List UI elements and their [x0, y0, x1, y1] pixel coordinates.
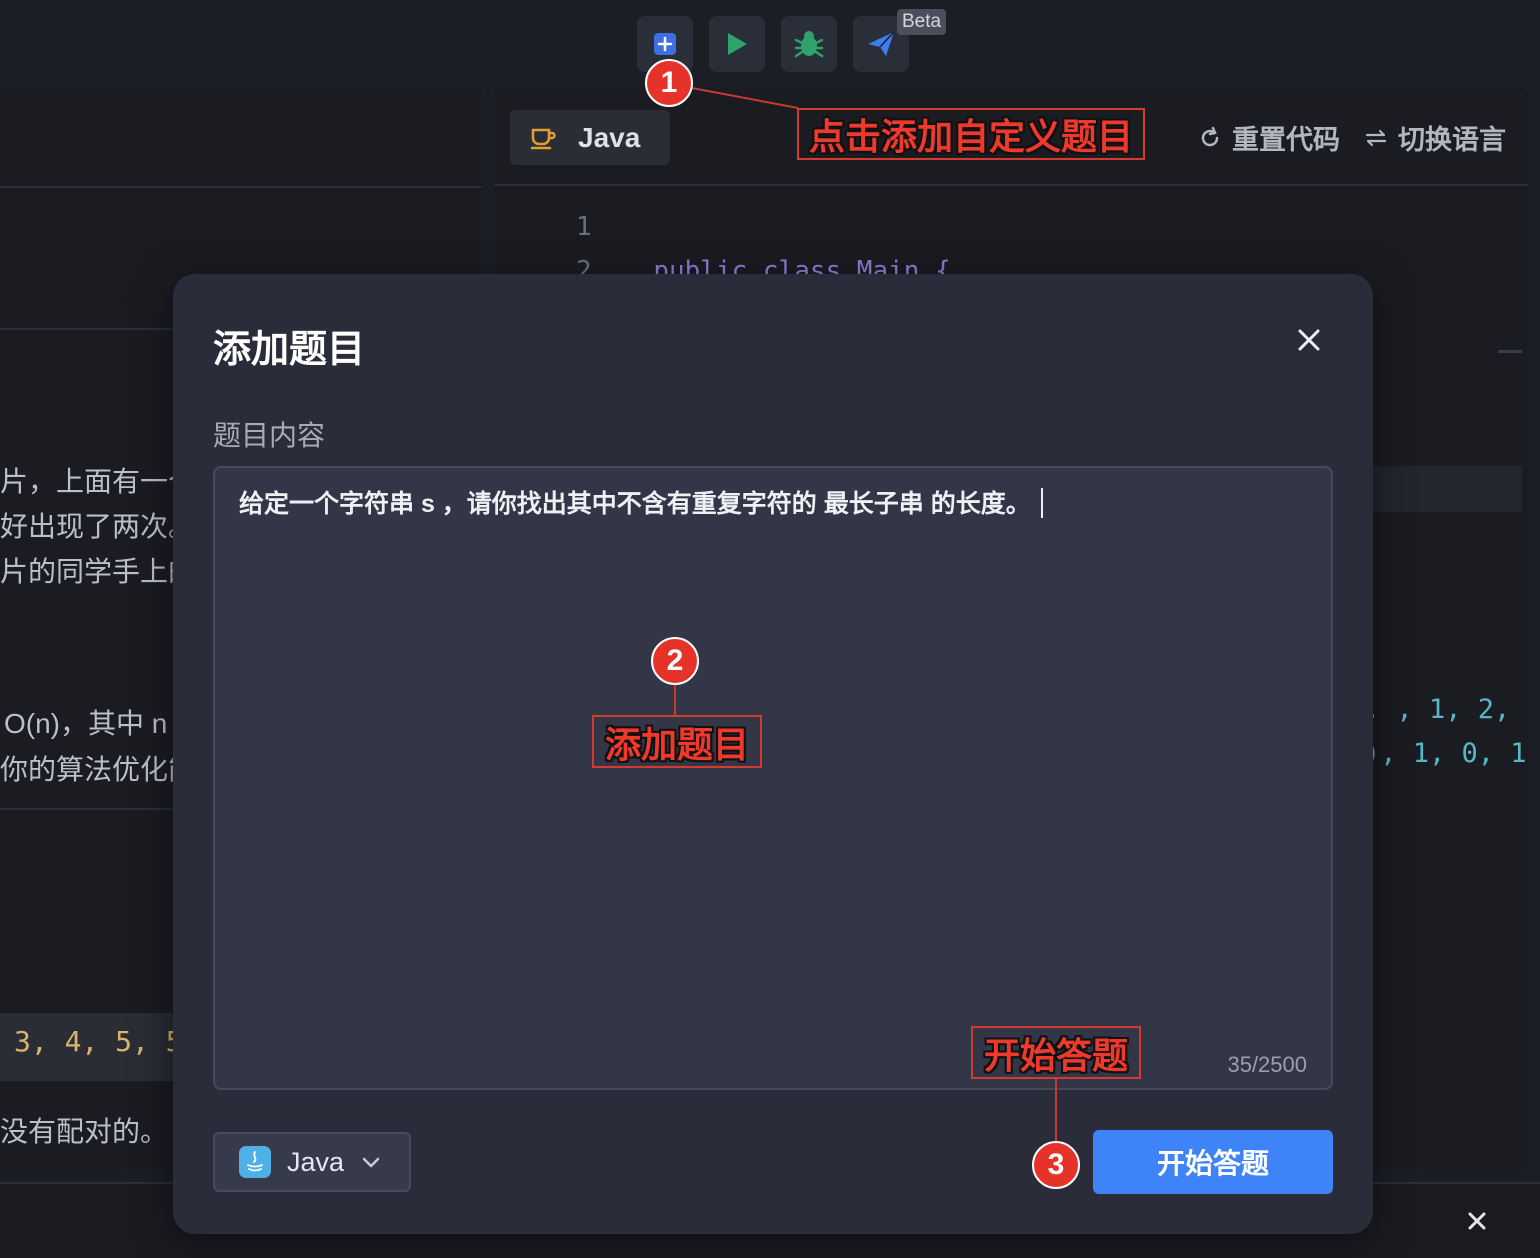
- run-button[interactable]: [709, 16, 765, 72]
- output-values: . , 1, 2, 2: [1364, 694, 1528, 725]
- bug-icon: [794, 31, 824, 58]
- java-icon: [239, 1146, 271, 1178]
- language-tab[interactable]: Java: [510, 110, 670, 165]
- start-answer-button[interactable]: 开始答题: [1093, 1130, 1333, 1194]
- plus-square-icon: [654, 33, 676, 55]
- problem-text-line: 好出现了两次。: [0, 511, 197, 542]
- dialog-title: 添加题目: [213, 329, 366, 371]
- problem-text-line: 你的算法优化能: [0, 754, 197, 785]
- annotation-step-3-label: 开始答题: [971, 1026, 1141, 1079]
- reset-code-button[interactable]: 重置代码: [1198, 118, 1340, 157]
- close-icon[interactable]: [1295, 326, 1323, 354]
- annotation-step-3-badge: 3: [1032, 1141, 1080, 1189]
- language-tab-label: Java: [578, 121, 641, 153]
- top-toolbar: Beta: [637, 9, 977, 72]
- swap-icon: [1365, 129, 1387, 146]
- question-content-label: 题目内容: [213, 420, 326, 451]
- annotation-step-2-label: 添加题目: [592, 715, 762, 768]
- switch-language-button[interactable]: 切换语言: [1364, 118, 1506, 157]
- paper-plane-icon: [868, 31, 895, 56]
- annotation-step-2-badge: 2: [651, 637, 699, 685]
- code-line: 1: [576, 212, 592, 242]
- chevron-down-icon: [362, 1157, 380, 1168]
- problem-text-line: 片的同学手上的: [0, 556, 197, 587]
- refresh-icon: [1201, 126, 1219, 146]
- switch-language-label: 切换语言: [1398, 125, 1506, 155]
- question-content-textarea[interactable]: 给定一个字符串 s ，请你找出其中不含有重复字符的 最长子串 的长度。 35/2…: [213, 466, 1333, 1090]
- debug-button[interactable]: [781, 16, 837, 72]
- annotation-step-1-badge: 1: [645, 59, 693, 107]
- beta-badge: Beta: [897, 9, 947, 35]
- problem-text-line: 片，上面有一个: [0, 466, 197, 497]
- problem-text-line: O(n)，其中 n: [4, 708, 168, 739]
- minimap-marker: [1498, 350, 1522, 353]
- reset-code-label: 重置代码: [1232, 125, 1340, 155]
- char-counter: 35/2500: [1227, 1052, 1307, 1077]
- textarea-value: 给定一个字符串 s ，请你找出其中不含有重复字符的 最长子串 的长度。: [239, 484, 1043, 520]
- play-icon: [728, 33, 747, 55]
- line-number: 1: [576, 212, 592, 242]
- language-select-value: Java: [287, 1146, 345, 1177]
- text-caret: [1040, 488, 1043, 518]
- divider: [0, 186, 482, 188]
- example-code-text: 3, 4, 5, 5: [14, 1025, 183, 1058]
- add-question-dialog: 添加题目 题目内容 给定一个字符串 s ，请你找出其中不含有重复字符的 最长子串…: [173, 274, 1373, 1234]
- close-icon[interactable]: [1466, 1210, 1488, 1232]
- language-select[interactable]: Java: [213, 1132, 411, 1192]
- output-values: ), 1, 0, 1: [1364, 738, 1527, 769]
- problem-text-line: 没有配对的。: [0, 1116, 169, 1147]
- coffee-cup-icon: [530, 128, 556, 149]
- annotation-step-1-label: 点击添加自定义题目: [797, 108, 1145, 160]
